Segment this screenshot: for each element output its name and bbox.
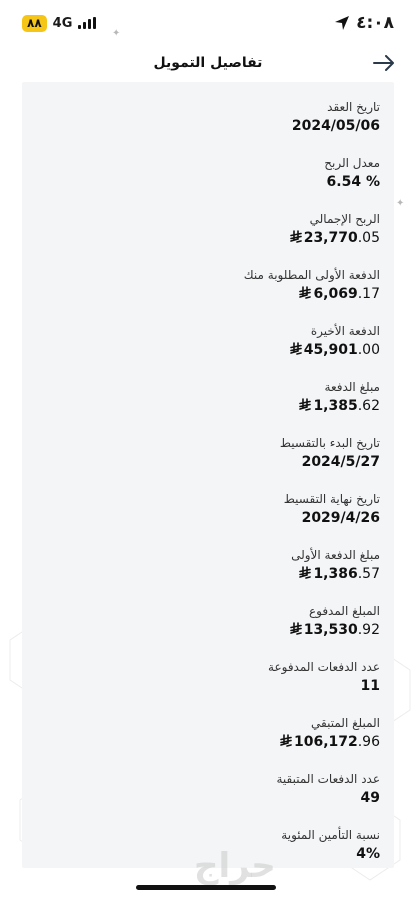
page-header: تفاصيل التمويل — [0, 46, 416, 80]
sparkle-icon: ✦ — [396, 198, 405, 209]
detail-row: المبلغ المدفوع 13,530.92 — [36, 602, 380, 658]
riyal-currency-icon — [289, 230, 302, 246]
financing-details-card: تاريخ العقد 2024/05/06 معدل الربح 6.54 % الر… — [22, 82, 394, 868]
amount-integer: 106,172 — [293, 734, 358, 750]
battery-indicator: ٨٨ — [22, 14, 47, 32]
detail-value: 2029/4/26 — [301, 510, 380, 526]
riyal-currency-icon — [299, 398, 312, 414]
detail-row: تاريخ العقد 2024/05/06 — [36, 98, 380, 154]
detail-value: 49 — [360, 790, 380, 806]
detail-value: 2024/5/27 — [301, 454, 380, 470]
amount-decimal: .96 — [357, 734, 380, 750]
detail-value: 11 — [360, 678, 380, 694]
amount-decimal: .00 — [357, 342, 380, 358]
detail-label: عدد الدفعات المتبقية — [276, 772, 381, 786]
amount-integer: 1,385 — [313, 398, 358, 414]
detail-row: المبلغ المتبقي 106,172.96 — [36, 714, 380, 770]
detail-label: الربح الإجمالي — [309, 212, 380, 226]
riyal-currency-icon — [299, 286, 312, 302]
detail-row: مبلغ الدفعة الأولى 1,386.57 — [36, 546, 380, 602]
amount-integer: 6,069 — [313, 286, 358, 302]
detail-row: مبلغ الدفعة 1,385.62 — [36, 378, 380, 434]
amount-integer: 45,901 — [303, 342, 358, 358]
watermark-logo: حراج — [194, 846, 276, 886]
riyal-currency-icon — [280, 734, 292, 750]
amount-integer: 1,386 — [313, 566, 358, 582]
detail-value: 1,386.57 — [36, 564, 380, 584]
detail-label: عدد الدفعات المدفوعة — [268, 660, 380, 674]
detail-row: الربح الإجمالي 23,770.05 — [36, 210, 380, 266]
detail-row: عدد الدفعات المتبقية 49 — [36, 770, 381, 826]
detail-value: 6,069.17 — [36, 284, 380, 304]
back-button[interactable] — [370, 50, 398, 76]
detail-value: 45,901.00 — [36, 340, 380, 360]
detail-label: معدل الربح — [324, 156, 380, 170]
page-title: تفاصيل التمويل — [153, 55, 263, 71]
amount-decimal: .92 — [357, 622, 380, 638]
arrow-right-icon — [373, 55, 394, 71]
location-arrow-icon — [335, 16, 350, 30]
riyal-currency-icon — [299, 566, 312, 582]
detail-row: الدفعة الأخيرة 45,901.00 — [36, 322, 380, 378]
detail-label: مبلغ الدفعة — [324, 380, 380, 394]
clock: ٤:٠٨ — [356, 13, 394, 33]
amount-decimal: .05 — [357, 230, 380, 246]
detail-label: تاريخ نهاية التقسيط — [283, 492, 380, 506]
detail-value: 2024/05/06 — [291, 118, 380, 134]
detail-row: تاريخ البدء بالتقسيط 2024/5/27 — [36, 434, 380, 490]
detail-value: 1,385.62 — [36, 396, 380, 416]
signal-icon — [78, 17, 97, 29]
detail-label: تاريخ البدء بالتقسيط — [279, 436, 380, 450]
status-bar: ٨٨ 4G ٤:٠٨ — [0, 0, 416, 46]
amount-integer: 23,770 — [303, 230, 358, 246]
detail-row: تاريخ نهاية التقسيط 2029/4/26 — [36, 490, 380, 546]
detail-value: 23,770.05 — [36, 228, 380, 248]
amount-decimal: .57 — [357, 566, 380, 582]
riyal-currency-icon — [289, 342, 302, 358]
amount-integer: 13,530 — [303, 622, 358, 638]
detail-value: 13,530.92 — [36, 620, 380, 640]
detail-row: الدفعة الأولى المطلوبة منك 6,069.17 — [36, 266, 380, 322]
detail-label: تاريخ العقد — [327, 100, 380, 114]
home-indicator[interactable] — [136, 885, 276, 890]
detail-value: 106,172.96 — [36, 732, 380, 752]
detail-row: معدل الربح 6.54 % — [36, 154, 380, 210]
detail-label: الدفعة الأولى المطلوبة منك — [243, 268, 380, 282]
network-type: 4G — [52, 15, 73, 31]
amount-decimal: .62 — [357, 398, 380, 414]
riyal-currency-icon — [289, 622, 302, 638]
detail-label: المبلغ المدفوع — [308, 604, 380, 618]
amount-decimal: .17 — [357, 286, 380, 302]
detail-label: الدفعة الأخيرة — [310, 324, 380, 338]
detail-label: المبلغ المتبقي — [311, 716, 380, 730]
detail-value: 6.54 % — [326, 174, 380, 190]
detail-label: نسبة التأمين المئوية — [281, 828, 380, 842]
detail-label: مبلغ الدفعة الأولى — [291, 548, 380, 562]
detail-row: عدد الدفعات المدفوعة 11 — [36, 658, 380, 714]
